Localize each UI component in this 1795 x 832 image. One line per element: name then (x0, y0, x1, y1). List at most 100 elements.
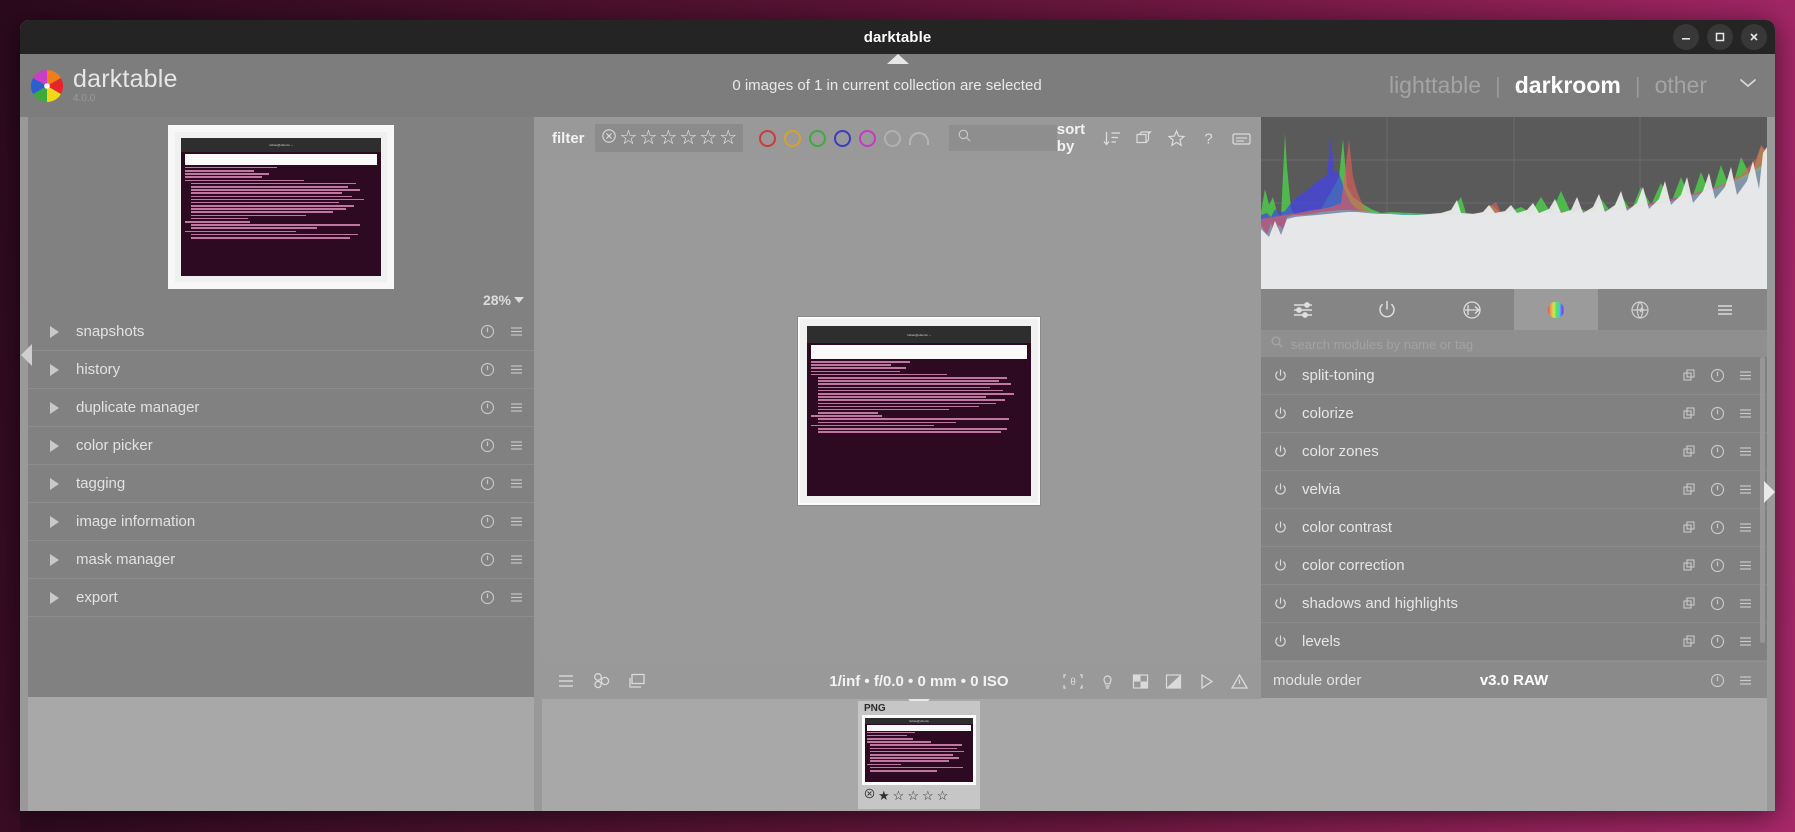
power-icon[interactable] (1273, 368, 1288, 383)
power-icon[interactable] (1273, 482, 1288, 497)
sidebar-item-image-information[interactable]: image information (28, 503, 534, 541)
color-label-yellow[interactable] (784, 130, 801, 147)
color-label-gray[interactable] (884, 130, 901, 147)
hamburger-icon[interactable] (1738, 482, 1753, 497)
navigation-preview[interactable]: rishav@ubuntu: ~ (168, 125, 394, 289)
hamburger-icon[interactable] (1738, 596, 1753, 611)
reset-icon[interactable] (1710, 520, 1725, 535)
reset-icon[interactable] (480, 514, 495, 529)
multi-instance-icon[interactable] (1682, 558, 1697, 573)
view-lighttable[interactable]: lighttable (1375, 72, 1495, 99)
zoom-level-control[interactable]: 28% (28, 289, 534, 311)
caret-down-icon[interactable] (514, 297, 524, 303)
reset-icon[interactable] (480, 324, 495, 339)
raw-overexposed-icon[interactable] (1230, 672, 1249, 691)
hamburger-icon[interactable] (1738, 406, 1753, 421)
hamburger-icon[interactable] (1738, 558, 1753, 573)
color-label-green[interactable] (809, 130, 826, 147)
thumbnail-star-5[interactable]: ☆ (937, 789, 949, 802)
image-canvas[interactable]: rishav@ubuntu: ~ (542, 159, 1296, 663)
hamburger-icon[interactable] (509, 590, 524, 605)
thumbnail-star-3[interactable]: ☆ (907, 789, 919, 802)
view-other[interactable]: other (1641, 72, 1721, 99)
view-darkroom[interactable]: darkroom (1501, 72, 1635, 99)
focus-peaking-icon[interactable] (1098, 672, 1117, 691)
help-icon[interactable]: ? (1199, 129, 1218, 148)
multi-instance-icon[interactable] (1682, 406, 1697, 421)
sidebar-item-duplicate-manager[interactable]: duplicate manager (28, 389, 534, 427)
iso12646-icon[interactable] (1131, 672, 1150, 691)
filter-star-5[interactable]: ☆ (719, 128, 737, 148)
hamburger-icon[interactable] (556, 672, 576, 690)
darkroom-image[interactable]: rishav@ubuntu: ~ (798, 317, 1040, 505)
reset-icon[interactable] (480, 362, 495, 377)
gamut-check-icon[interactable] (1164, 672, 1183, 691)
module-search-input[interactable]: search modules by name or tag (1261, 331, 1767, 357)
maximize-button[interactable] (1707, 24, 1733, 50)
rating-filter[interactable]: ☆ ☆ ☆ ☆ ☆ ☆ (595, 124, 744, 152)
power-icon[interactable] (1273, 596, 1288, 611)
thumbnail-star-4[interactable]: ☆ (922, 789, 934, 802)
module-presets-menu[interactable] (1683, 289, 1767, 330)
minimize-button[interactable] (1673, 24, 1699, 50)
copies-icon[interactable] (1135, 129, 1154, 148)
module-color-contrast[interactable]: color contrast (1261, 509, 1767, 547)
power-icon[interactable] (1273, 444, 1288, 459)
sidebar-item-tagging[interactable]: tagging (28, 465, 534, 503)
hamburger-icon[interactable] (1738, 673, 1753, 688)
reset-icon[interactable] (1710, 482, 1725, 497)
module-color-zones[interactable]: color zones (1261, 433, 1767, 471)
arc-icon[interactable] (909, 132, 929, 145)
overlays-icon[interactable] (628, 672, 648, 690)
hamburger-icon[interactable] (1738, 368, 1753, 383)
filter-star-1[interactable]: ☆ (639, 128, 657, 148)
sidebar-item-snapshots[interactable]: snapshots (28, 313, 534, 351)
power-icon[interactable] (1273, 558, 1288, 573)
reset-icon[interactable] (1710, 634, 1725, 649)
reset-icon[interactable] (1710, 406, 1725, 421)
color-label-red[interactable] (759, 130, 776, 147)
reset-icon[interactable] (480, 476, 495, 491)
hamburger-icon[interactable] (1738, 444, 1753, 459)
multi-instance-icon[interactable] (1682, 520, 1697, 535)
right-panel-collapse-handle[interactable] (1763, 472, 1775, 512)
hamburger-icon[interactable] (509, 324, 524, 339)
reset-icon[interactable] (1710, 558, 1725, 573)
power-icon[interactable] (1273, 406, 1288, 421)
color-label-blue[interactable] (834, 130, 851, 147)
hamburger-icon[interactable] (1738, 634, 1753, 649)
power-icon[interactable] (1273, 634, 1288, 649)
multi-instance-icon[interactable] (1682, 368, 1697, 383)
sidebar-item-export[interactable]: export (28, 579, 534, 617)
hamburger-icon[interactable] (509, 362, 524, 377)
sidebar-item-mask-manager[interactable]: mask manager (28, 541, 534, 579)
color-assessment-icon[interactable]: θ (1062, 672, 1084, 691)
filter-star-4[interactable]: ☆ (699, 128, 717, 148)
color-label-purple[interactable] (859, 130, 876, 147)
sort-order-icon[interactable] (1103, 129, 1122, 148)
filter-star-0[interactable]: ☆ (620, 128, 638, 148)
filter-star-2[interactable]: ☆ (659, 128, 677, 148)
module-colorize[interactable]: colorize (1261, 395, 1767, 433)
module-group-grading[interactable] (1430, 289, 1514, 330)
grouping-icon[interactable] (592, 672, 612, 690)
filmstrip-thumbnail[interactable]: PNG rishav@ubuntu (858, 701, 980, 809)
reject-circle-icon[interactable] (601, 128, 617, 149)
hamburger-icon[interactable] (509, 400, 524, 415)
hamburger-icon[interactable] (509, 514, 524, 529)
reset-icon[interactable] (1710, 444, 1725, 459)
module-group-technical[interactable] (1345, 289, 1429, 330)
thumbnail-star-2[interactable]: ☆ (893, 789, 905, 802)
reset-icon[interactable] (480, 552, 495, 567)
reject-circle-icon[interactable] (864, 788, 875, 802)
sidebar-item-history[interactable]: history (28, 351, 534, 389)
reset-icon[interactable] (480, 400, 495, 415)
hamburger-icon[interactable] (509, 438, 524, 453)
multi-instance-icon[interactable] (1682, 444, 1697, 459)
close-button[interactable] (1741, 24, 1767, 50)
hamburger-icon[interactable] (1738, 520, 1753, 535)
module-group-deprecated[interactable] (1598, 289, 1682, 330)
module-velvia[interactable]: velvia (1261, 471, 1767, 509)
module-group-active[interactable] (1261, 289, 1345, 330)
reset-icon[interactable] (1710, 368, 1725, 383)
